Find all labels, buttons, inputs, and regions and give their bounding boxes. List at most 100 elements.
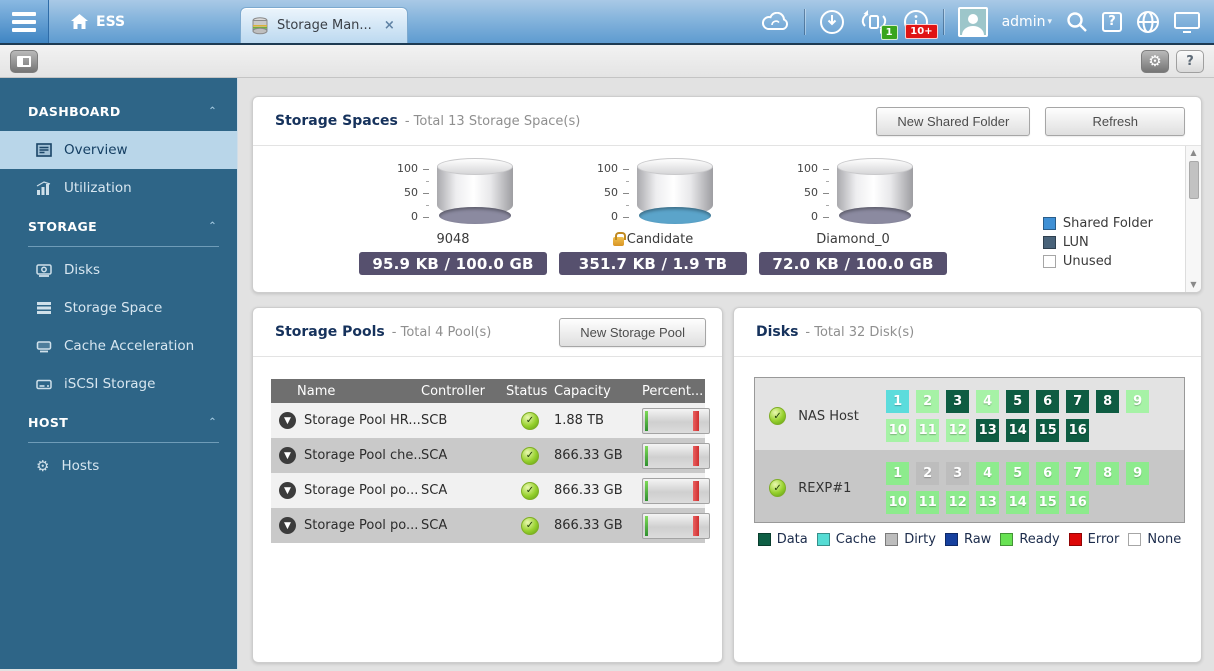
- sidebar-item-label: Overview: [64, 142, 128, 158]
- separator: [804, 9, 805, 35]
- new-shared-folder-button[interactable]: New Shared Folder: [876, 107, 1030, 136]
- sidebar-item-utilization[interactable]: Utilization: [0, 169, 237, 207]
- disk-slot[interactable]: 9: [1126, 390, 1149, 413]
- expand-row-icon[interactable]: ▼: [279, 447, 296, 464]
- disk-slot[interactable]: 7: [1066, 462, 1089, 485]
- cloud-icon[interactable]: [762, 12, 790, 31]
- scroll-down-icon[interactable]: ▼: [1190, 280, 1196, 290]
- table-row[interactable]: ▼ Storage Pool HR... SCB ✓ 1.88 TB: [271, 403, 705, 438]
- disk-slot[interactable]: 12: [946, 419, 969, 442]
- disk-slot[interactable]: 10: [886, 491, 909, 514]
- new-storage-pool-button[interactable]: New Storage Pool: [559, 318, 706, 347]
- expand-row-icon[interactable]: ▼: [279, 412, 296, 429]
- disk-slot[interactable]: 11: [916, 491, 939, 514]
- gear-icon: ⚙: [36, 459, 49, 474]
- disk-slot[interactable]: 1: [886, 462, 909, 485]
- disk-slot[interactable]: 2: [916, 390, 939, 413]
- disk-slot[interactable]: 3: [946, 462, 969, 485]
- scroll-up-icon[interactable]: ▲: [1190, 148, 1196, 158]
- sidebar-item-hosts[interactable]: ⚙ Hosts: [0, 447, 237, 485]
- cylinder-axis: 100 50 0: [593, 164, 629, 222]
- disk-slot[interactable]: 6: [1036, 462, 1059, 485]
- disk-slot[interactable]: 7: [1066, 390, 1089, 413]
- disk-slot[interactable]: 14: [1006, 419, 1029, 442]
- storage-space-cylinder[interactable]: 100 50 0 9048: [353, 158, 553, 292]
- sidebar-item-overview[interactable]: Overview: [0, 131, 237, 169]
- legend-swatch-error: [1069, 533, 1082, 546]
- table-row[interactable]: ▼ Storage Pool po... SCA ✓ 866.33 GB: [271, 508, 705, 543]
- column-controller[interactable]: Controller: [421, 384, 506, 399]
- desktop-icon[interactable]: [1174, 11, 1200, 33]
- overview-icon: [36, 143, 52, 157]
- disk-slot[interactable]: 10: [886, 419, 909, 442]
- tab-close-icon[interactable]: ×: [384, 18, 395, 33]
- disk-slot[interactable]: 3: [946, 390, 969, 413]
- sidebar-item-iscsi-storage[interactable]: iSCSI Storage: [0, 365, 237, 403]
- column-name[interactable]: Name: [271, 384, 421, 399]
- language-globe-icon[interactable]: [1136, 10, 1160, 34]
- disk-slot[interactable]: 13: [976, 491, 999, 514]
- disk-slot[interactable]: 12: [946, 491, 969, 514]
- disk-slot[interactable]: 13: [976, 419, 999, 442]
- disk-slot[interactable]: 6: [1036, 390, 1059, 413]
- home-label: ESS: [96, 14, 125, 30]
- disk-slot[interactable]: 15: [1036, 419, 1059, 442]
- storage-space-cylinder[interactable]: 100 50 0 Diamond_0: [753, 158, 953, 292]
- search-icon[interactable]: [1066, 11, 1088, 33]
- panel-help-button[interactable]: ?: [1176, 50, 1204, 73]
- notifications-icon[interactable]: 10+: [903, 9, 929, 35]
- disk-slot[interactable]: 16: [1066, 491, 1089, 514]
- lock-icon: [613, 237, 624, 246]
- device-sync-icon[interactable]: 1: [859, 8, 889, 36]
- vertical-scrollbar[interactable]: ▲ ▼: [1185, 146, 1201, 292]
- disk-slot[interactable]: 5: [1006, 462, 1029, 485]
- pool-name: Storage Pool che...: [304, 448, 421, 463]
- top-bar: ESS Storage Man... ×: [0, 0, 1214, 45]
- disk-slot[interactable]: 1: [886, 390, 909, 413]
- home-button[interactable]: ESS: [71, 14, 125, 30]
- cylinder-graphic: [637, 158, 713, 224]
- disk-slot[interactable]: 8: [1096, 390, 1119, 413]
- pool-capacity: 866.33 GB: [554, 448, 642, 463]
- toggle-sidebar-button[interactable]: [10, 50, 38, 73]
- sidebar-item-disks[interactable]: Disks: [0, 251, 237, 289]
- user-menu[interactable]: admin ▾: [1002, 14, 1052, 30]
- disks-panel: Disks - Total 32 Disk(s) ✓ NAS Host 1 2 …: [733, 307, 1202, 663]
- expand-row-icon[interactable]: ▼: [279, 482, 296, 499]
- scrollbar-thumb[interactable]: [1189, 161, 1199, 199]
- sidebar-item-cache-acceleration[interactable]: Cache Acceleration: [0, 327, 237, 365]
- column-percent[interactable]: Percent...: [642, 384, 705, 399]
- column-status[interactable]: Status: [506, 384, 554, 399]
- table-row[interactable]: ▼ Storage Pool po... SCA ✓ 866.33 GB: [271, 473, 705, 508]
- disk-slot[interactable]: 2: [916, 462, 939, 485]
- sidebar-section-storage[interactable]: STORAGE ⌃: [0, 207, 237, 246]
- disk-slot[interactable]: 11: [916, 419, 939, 442]
- settings-button[interactable]: ⚙: [1141, 50, 1169, 73]
- sidebar-section-host[interactable]: HOST ⌃: [0, 403, 237, 442]
- disk-slot[interactable]: 4: [976, 462, 999, 485]
- refresh-button[interactable]: Refresh: [1045, 107, 1185, 136]
- gear-icon: ⚙: [1148, 54, 1161, 69]
- expand-row-icon[interactable]: ▼: [279, 517, 296, 534]
- main-menu-button[interactable]: [0, 0, 49, 43]
- disk-slot[interactable]: 16: [1066, 419, 1089, 442]
- storage-pools-subtitle: - Total 4 Pool(s): [392, 325, 492, 340]
- cylinder-axis: 100 50 0: [393, 164, 429, 222]
- disk-slot[interactable]: 15: [1036, 491, 1059, 514]
- column-capacity[interactable]: Capacity: [554, 384, 642, 399]
- disk-slot[interactable]: 5: [1006, 390, 1029, 413]
- cylinder-axis: 100 50 0: [793, 164, 829, 222]
- tab-storage-manager[interactable]: Storage Man... ×: [240, 7, 408, 43]
- sidebar-section-dashboard[interactable]: DASHBOARD ⌃: [0, 92, 237, 131]
- help-icon[interactable]: ?: [1102, 12, 1122, 32]
- user-avatar[interactable]: [958, 7, 988, 37]
- disk-slot[interactable]: 4: [976, 390, 999, 413]
- disk-slot[interactable]: 8: [1096, 462, 1119, 485]
- sidebar-item-storage-space[interactable]: Storage Space: [0, 289, 237, 327]
- disk-slot[interactable]: 9: [1126, 462, 1149, 485]
- cylinder-graphic: [437, 158, 513, 224]
- disk-slot[interactable]: 14: [1006, 491, 1029, 514]
- table-row[interactable]: ▼ Storage Pool che... SCA ✓ 866.33 GB: [271, 438, 705, 473]
- storage-space-cylinder[interactable]: 100 50 0 Ca: [553, 158, 753, 292]
- background-tasks-icon[interactable]: [819, 9, 845, 35]
